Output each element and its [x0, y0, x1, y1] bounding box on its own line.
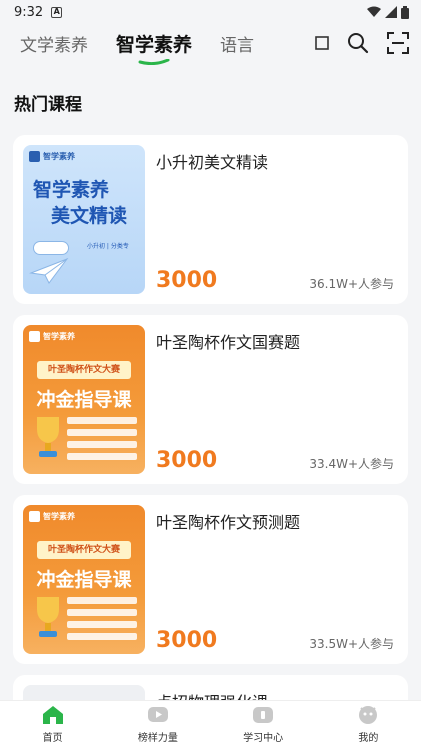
signal-icon [385, 6, 397, 18]
tabbar-label: 学习中心 [243, 733, 284, 744]
tab-wisdom[interactable]: 智学素养 [116, 30, 193, 65]
brand-logo-icon [29, 331, 40, 342]
tabbar-label: 我的 [358, 733, 379, 744]
notification-icon: A [51, 6, 63, 18]
thumb-brand: 智学素养 [29, 511, 75, 522]
course-card[interactable]: 智学素养 叶圣陶杯作文大赛 冲金指导课 叶圣陶杯作文国赛题 3000 33.4W… [13, 315, 408, 484]
paper-plane-icon [29, 257, 69, 284]
status-bar: 9:32 A [0, 0, 421, 24]
trophy-icon [37, 417, 59, 457]
thumb-slogan: 冲金指导课 [36, 569, 132, 591]
thumb-brand-label: 智学素养 [43, 332, 75, 341]
course-card[interactable]: 智学素养 叶圣陶杯作文大赛 冲金指导课 叶圣陶杯作文预测题 3000 33.5W… [13, 495, 408, 664]
trophy-icon [37, 597, 59, 637]
square-icon[interactable] [315, 36, 329, 50]
thumb-bullets [67, 417, 137, 465]
brand-logo-icon [29, 151, 40, 162]
status-time: 9:32 [14, 4, 44, 20]
course-participants: 33.5W+人参与 [309, 637, 394, 651]
wifi-icon [367, 6, 381, 17]
bottom-tab-bar: 首页 榜样力量 学习中心 我的 [0, 700, 421, 748]
course-thumbnail: 智学素养 叶圣陶杯作文大赛 冲金指导课 [23, 505, 145, 654]
tabbar-item-home[interactable]: 首页 [13, 705, 93, 744]
course-title: 小升初美文精读 [156, 153, 269, 172]
thumb-brand-label: 智学素养 [43, 512, 75, 521]
thumb-brand-label: 智学素养 [43, 152, 75, 161]
tabbar-item-profile[interactable]: 我的 [328, 705, 408, 744]
thumb-brand: 智学素养 [29, 331, 75, 342]
brand-logo-icon [29, 511, 40, 522]
top-nav: 文学素养 智学素养 语言 [0, 24, 421, 65]
course-price: 3000 [156, 448, 218, 473]
thumb-ribbon: 叶圣陶杯作文大赛 [37, 361, 131, 379]
profile-icon [359, 706, 378, 724]
tab-literature-label: 文学素养 [20, 35, 88, 56]
thumb-ribbon: 叶圣陶杯作文大赛 [37, 541, 131, 559]
course-list: 智学素养 智学素养 美文精读 小升初 | 分类专 小升初美文精读 3000 36… [0, 135, 421, 735]
course-price: 3000 [156, 268, 218, 293]
course-thumbnail: 智学素养 智学素养 美文精读 小升初 | 分类专 [23, 145, 145, 294]
course-price: 3000 [156, 628, 218, 653]
tab-language-label: 语言 [220, 35, 255, 56]
search-icon[interactable] [347, 32, 369, 54]
thumb-slogan: 冲金指导课 [36, 389, 132, 411]
scan-icon[interactable] [387, 32, 409, 54]
tab-literature[interactable]: 文学素养 [20, 31, 88, 56]
thumb-mini-text: 小升初 | 分类专 [87, 243, 129, 250]
tabbar-label: 榜样力量 [137, 733, 178, 744]
tabbar-label: 首页 [42, 733, 63, 744]
course-participants: 33.4W+人参与 [309, 457, 394, 471]
tabbar-item-study-center[interactable]: 学习中心 [223, 705, 303, 744]
active-tab-indicator [138, 58, 170, 65]
course-title: 叶圣陶杯作文预测题 [156, 513, 301, 532]
course-participants: 36.1W+人参与 [309, 277, 394, 291]
course-title: 叶圣陶杯作文国赛题 [156, 333, 301, 352]
tab-wisdom-label: 智学素养 [116, 33, 193, 56]
thumb-headline-1: 智学素养 [33, 179, 110, 201]
section-title: 热门课程 [14, 95, 82, 115]
tab-language[interactable]: 语言 [220, 31, 254, 56]
tabbar-item-role-models[interactable]: 榜样力量 [118, 705, 198, 744]
study-icon [253, 707, 274, 723]
course-card[interactable]: 智学素养 智学素养 美文精读 小升初 | 分类专 小升初美文精读 3000 36… [13, 135, 408, 304]
video-icon [147, 707, 168, 722]
thumb-headline-2: 美文精读 [51, 205, 128, 227]
battery-icon [401, 5, 409, 19]
thumb-tag [33, 241, 69, 255]
thumb-brand: 智学素养 [29, 151, 75, 162]
home-icon [42, 706, 63, 724]
thumb-bullets [67, 597, 137, 645]
course-thumbnail: 智学素养 叶圣陶杯作文大赛 冲金指导课 [23, 325, 145, 474]
